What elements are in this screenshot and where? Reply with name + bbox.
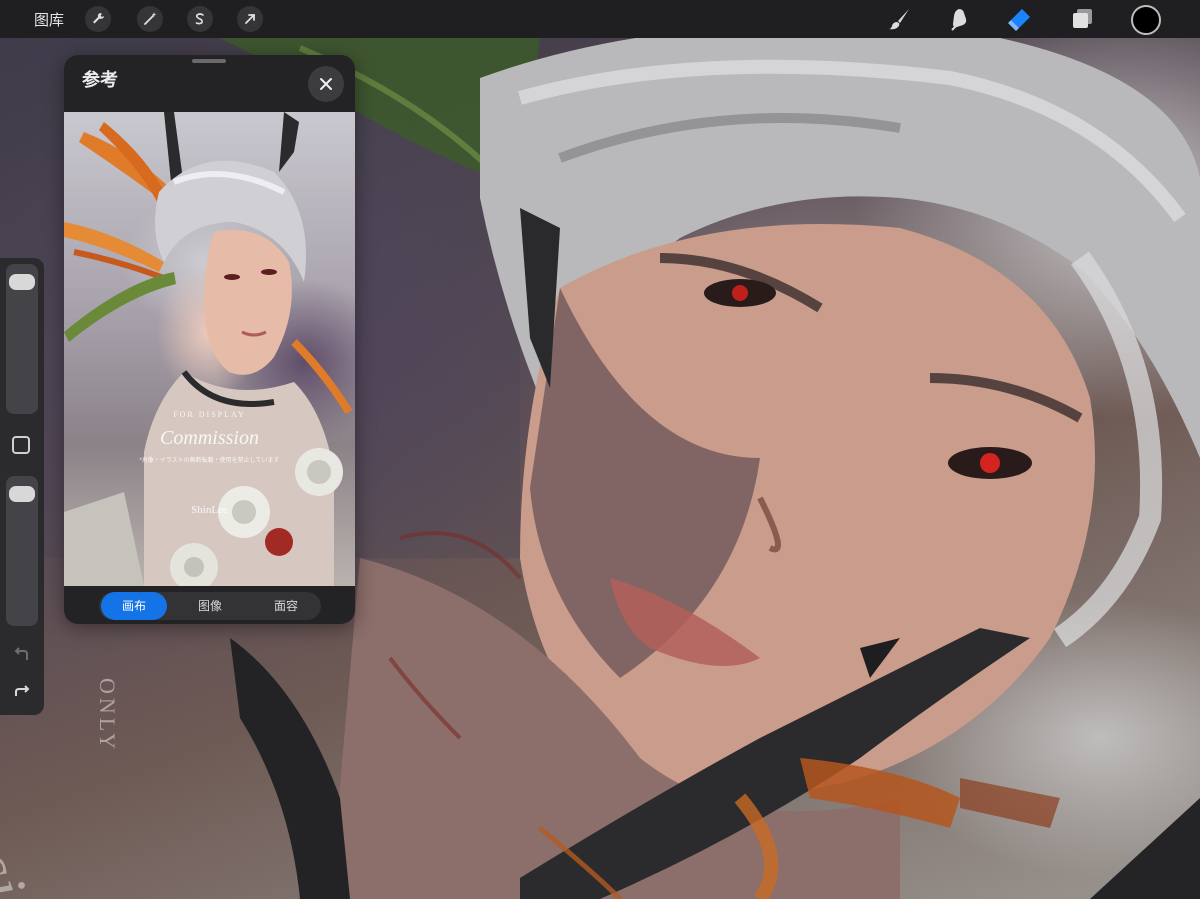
- undo-button[interactable]: [11, 644, 33, 666]
- gallery-button[interactable]: 图库: [34, 9, 64, 30]
- layers-button[interactable]: [1070, 6, 1096, 32]
- reference-mode-segmented-control: 画布 图像 面容: [99, 592, 321, 620]
- eraser-tool-button[interactable]: [1007, 6, 1033, 32]
- transform-button[interactable]: [237, 6, 263, 32]
- actions-button[interactable]: [85, 6, 111, 32]
- modify-button[interactable]: [12, 436, 30, 454]
- opacity-slider-thumb[interactable]: [9, 485, 35, 502]
- panel-drag-handle[interactable]: [192, 59, 226, 63]
- reference-panel[interactable]: 参考 FOR DISPLAY Commission *肖像・イラストの無断転載・…: [64, 55, 355, 624]
- brush-tool-button[interactable]: [887, 6, 913, 32]
- close-button[interactable]: [308, 66, 344, 102]
- redo-icon: [15, 685, 30, 696]
- procreate-app: ONLY issi 图库 参考 FOR DISPLAY Commission *…: [0, 0, 1200, 899]
- left-sidebar: [0, 258, 44, 715]
- top-toolbar: 图库: [0, 0, 1200, 38]
- canvas-text-only: ONLY: [95, 678, 120, 753]
- color-picker-button[interactable]: [1131, 5, 1161, 35]
- eraser-icon: [1008, 9, 1030, 31]
- watermark-fine-print: *肖像・イラストの無断転載・使用を禁止しています: [139, 458, 280, 464]
- reference-panel-title: 参考: [82, 70, 118, 90]
- redo-button[interactable]: [11, 680, 33, 702]
- selection-button[interactable]: [187, 6, 213, 32]
- watermark-artist: ShinLee: [191, 504, 228, 516]
- brush-icon: [889, 9, 909, 30]
- smudge-icon: [951, 9, 967, 31]
- transform-arrow-icon: [245, 14, 255, 24]
- tab-canvas[interactable]: 画布: [101, 592, 167, 620]
- reference-image: FOR DISPLAY Commission *肖像・イラストの無断転載・使用を…: [64, 112, 355, 586]
- wrench-icon: [93, 13, 104, 24]
- tab-image[interactable]: 图像: [177, 592, 243, 620]
- brush-size-slider[interactable]: [6, 264, 38, 414]
- close-icon: [320, 78, 332, 90]
- watermark-for-display: FOR DISPLAY: [173, 410, 246, 419]
- layers-icon: [1073, 9, 1092, 28]
- opacity-slider[interactable]: [6, 476, 38, 626]
- selection-icon: [195, 13, 204, 25]
- undo-icon: [14, 647, 28, 660]
- magic-wand-icon: [144, 12, 157, 25]
- tab-face[interactable]: 面容: [253, 592, 319, 620]
- smudge-tool-button[interactable]: [947, 6, 973, 32]
- watermark-commission: Commission: [160, 427, 259, 449]
- adjustments-button[interactable]: [137, 6, 163, 32]
- brush-size-slider-thumb[interactable]: [9, 273, 35, 290]
